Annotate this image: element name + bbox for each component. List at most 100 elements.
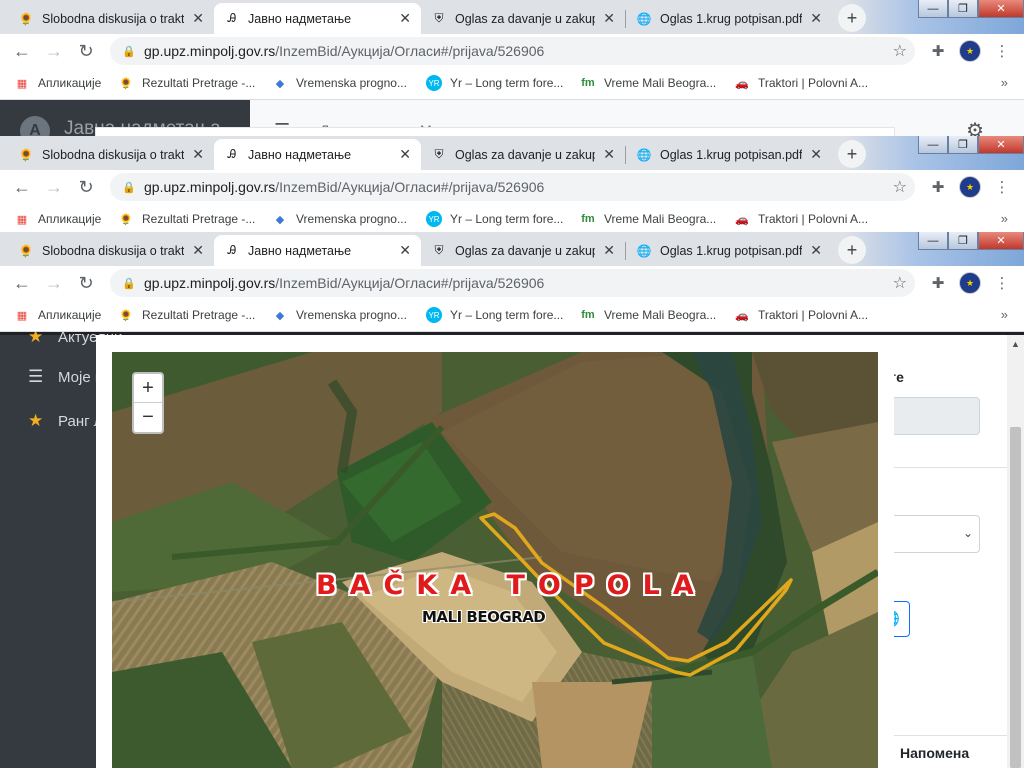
bookmark-weather[interactable]: ◆ Vremenska prognо... (272, 307, 407, 323)
bookmark-apps[interactable]: ▦ Апликације (14, 307, 102, 323)
close-icon[interactable]: ✕ (810, 10, 822, 27)
profile-avatar[interactable]: ★ (958, 39, 982, 63)
profile-avatar[interactable]: ★ (958, 175, 982, 199)
tab-forum[interactable]: 🌻 Slobodna diskusija o traktorima ✕ (8, 235, 214, 266)
lock-icon[interactable]: 🔒 (122, 181, 136, 194)
back-button[interactable]: ← (10, 39, 34, 63)
profile-avatar[interactable]: ★ (958, 271, 982, 295)
tab-auction[interactable]: Ꭿ Јавно надметање ✕ (214, 139, 421, 170)
address-bar[interactable]: 🔒 gp.upz.minpolj.gov.rs/InzemBid/Аукција… (110, 269, 915, 297)
bookmark-apps[interactable]: ▦ Апликације (14, 75, 102, 91)
reload-button[interactable]: ↻ (74, 39, 98, 63)
bookmark-tractors[interactable]: 🚗 Traktori | Polovni A... (734, 307, 868, 323)
close-icon[interactable]: ✕ (399, 146, 411, 163)
lock-icon[interactable]: 🔒 (122, 277, 136, 290)
bookmark-weather-mb[interactable]: fm Vreme Mali Beogra... (580, 211, 716, 227)
bookmark-yr[interactable]: YR Yr – Long term fore... (426, 307, 563, 323)
parcel-map[interactable]: + − BAČKA TOPOLA MALI BEOGRAD (112, 352, 878, 768)
address-bar[interactable]: 🔒 gp.upz.minpolj.gov.rs/InzemBid/Аукција… (110, 173, 915, 201)
extensions-icon[interactable]: ✚ (926, 271, 950, 295)
scrollbar-thumb[interactable] (1010, 427, 1021, 768)
close-icon[interactable]: ✕ (810, 242, 822, 259)
maximize-button[interactable]: ❐ (948, 232, 978, 250)
bookmark-star-icon[interactable]: ☆ (893, 177, 907, 197)
page-scrollbar[interactable]: ▲ (1007, 335, 1024, 768)
fm-icon: fm (581, 213, 595, 225)
close-icon[interactable]: ✕ (192, 242, 204, 259)
bookmark-weather-mb[interactable]: fm Vreme Mali Beogra... (580, 307, 716, 323)
eu-flag-icon: ★ (959, 272, 981, 294)
minimize-button[interactable]: — (918, 136, 948, 154)
new-tab-button[interactable]: + (838, 236, 866, 264)
close-icon[interactable]: ✕ (192, 10, 204, 27)
tab-strip: 🌻 Slobodna diskusija o traktorima ✕ Ꭿ Ја… (0, 136, 1024, 170)
tab-lease-ad[interactable]: ⛨ Oglas za davanje u zakup poljoprivredn… (421, 235, 625, 266)
menu-kebab-icon[interactable]: ⋮ (990, 39, 1014, 63)
new-tab-button[interactable]: + (838, 4, 866, 32)
close-icon[interactable]: ✕ (810, 146, 822, 163)
tab-title: Slobodna diskusija o traktorima (42, 11, 185, 26)
apps-grid-icon: ▦ (16, 77, 28, 90)
tab-forum[interactable]: 🌻 Slobodna diskusija o traktorima ✕ (8, 139, 214, 170)
back-button[interactable]: ← (10, 271, 34, 295)
lock-icon[interactable]: 🔒 (122, 45, 136, 58)
tab-lease-ad[interactable]: ⛨ Oglas za davanje u zakup poljoprivredn… (421, 139, 625, 170)
bookmark-search-results[interactable]: 🌻 Rezultati Pretrage -... (118, 307, 255, 323)
bookmark-tractors[interactable]: 🚗 Traktori | Polovni A... (734, 75, 868, 91)
bookmark-star-icon[interactable]: ☆ (893, 41, 907, 61)
bookmark-star-icon[interactable]: ☆ (893, 273, 907, 293)
address-bar[interactable]: 🔒 gp.upz.minpolj.gov.rs/InzemBid/Аукција… (110, 37, 915, 65)
maximize-button[interactable]: ❐ (948, 0, 978, 18)
bookmark-yr[interactable]: YR Yr – Long term fore... (426, 211, 563, 227)
back-button[interactable]: ← (10, 175, 34, 199)
tab-forum[interactable]: 🌻 Slobodna diskusija o traktorima ✕ (8, 3, 214, 34)
bookmarks-overflow[interactable]: » (1001, 307, 1008, 322)
tab-lease-ad[interactable]: ⛨ Oglas za davanje u zakup poljoprivredn… (421, 3, 625, 34)
bookmarks-overflow[interactable]: » (1001, 75, 1008, 90)
tab-pdf[interactable]: 🌐 Oglas 1.krug potpisan.pdf ✕ (626, 139, 832, 170)
close-icon[interactable]: ✕ (603, 242, 615, 259)
minimize-button[interactable]: — (918, 232, 948, 250)
bookmark-yr[interactable]: YR Yr – Long term fore... (426, 75, 563, 91)
forward-button[interactable]: → (42, 175, 66, 199)
close-icon[interactable]: ✕ (399, 10, 411, 27)
forward-button[interactable]: → (42, 39, 66, 63)
menu-kebab-icon[interactable]: ⋮ (990, 271, 1014, 295)
reload-button[interactable]: ↻ (74, 175, 98, 199)
maximize-button[interactable]: ❐ (948, 136, 978, 154)
zoom-in-button[interactable]: + (134, 374, 162, 403)
window-close-button[interactable]: ✕ (978, 0, 1024, 18)
browser-toolbar: ← → ↻ 🔒 gp.upz.minpolj.gov.rs/InzemBid/А… (0, 266, 1024, 300)
bookmark-search-results[interactable]: 🌻 Rezultati Pretrage -... (118, 211, 255, 227)
tab-title: Oglas 1.krug potpisan.pdf (660, 147, 803, 162)
fm-icon: fm (581, 77, 595, 89)
menu-kebab-icon[interactable]: ⋮ (990, 175, 1014, 199)
app-logo-icon: Ꭿ (227, 243, 237, 257)
bookmark-weather[interactable]: ◆ Vremenska prognо... (272, 75, 407, 91)
zoom-out-button[interactable]: − (134, 403, 162, 432)
window-close-button[interactable]: ✕ (978, 136, 1024, 154)
new-tab-button[interactable]: + (838, 140, 866, 168)
window-close-button[interactable]: ✕ (978, 232, 1024, 250)
bookmark-apps[interactable]: ▦ Апликације (14, 211, 102, 227)
close-icon[interactable]: ✕ (399, 242, 411, 259)
bookmark-weather[interactable]: ◆ Vremenska prognо... (272, 211, 407, 227)
tab-pdf[interactable]: 🌐 Oglas 1.krug potpisan.pdf ✕ (626, 235, 832, 266)
minimize-button[interactable]: — (918, 0, 948, 18)
close-icon[interactable]: ✕ (603, 10, 615, 27)
tab-auction[interactable]: Ꭿ Јавно надметање ✕ (214, 235, 421, 266)
forward-button[interactable]: → (42, 271, 66, 295)
extensions-icon[interactable]: ✚ (926, 39, 950, 63)
extensions-icon[interactable]: ✚ (926, 175, 950, 199)
bookmark-weather-mb[interactable]: fm Vreme Mali Beogra... (580, 75, 716, 91)
bookmarks-overflow[interactable]: » (1001, 211, 1008, 226)
bookmark-tractors[interactable]: 🚗 Traktori | Polovni A... (734, 211, 868, 227)
close-icon[interactable]: ✕ (603, 146, 615, 163)
tab-auction[interactable]: Ꭿ Јавно надметање ✕ (214, 3, 421, 34)
scroll-up-icon[interactable]: ▲ (1011, 339, 1020, 349)
bookmarks-bar: ▦ Апликације 🌻 Rezultati Pretrage -... ◆ Vr… (0, 68, 1024, 100)
tab-pdf[interactable]: 🌐 Oglas 1.krug potpisan.pdf ✕ (626, 3, 832, 34)
close-icon[interactable]: ✕ (192, 146, 204, 163)
reload-button[interactable]: ↻ (74, 271, 98, 295)
bookmark-search-results[interactable]: 🌻 Rezultati Pretrage -... (118, 75, 255, 91)
